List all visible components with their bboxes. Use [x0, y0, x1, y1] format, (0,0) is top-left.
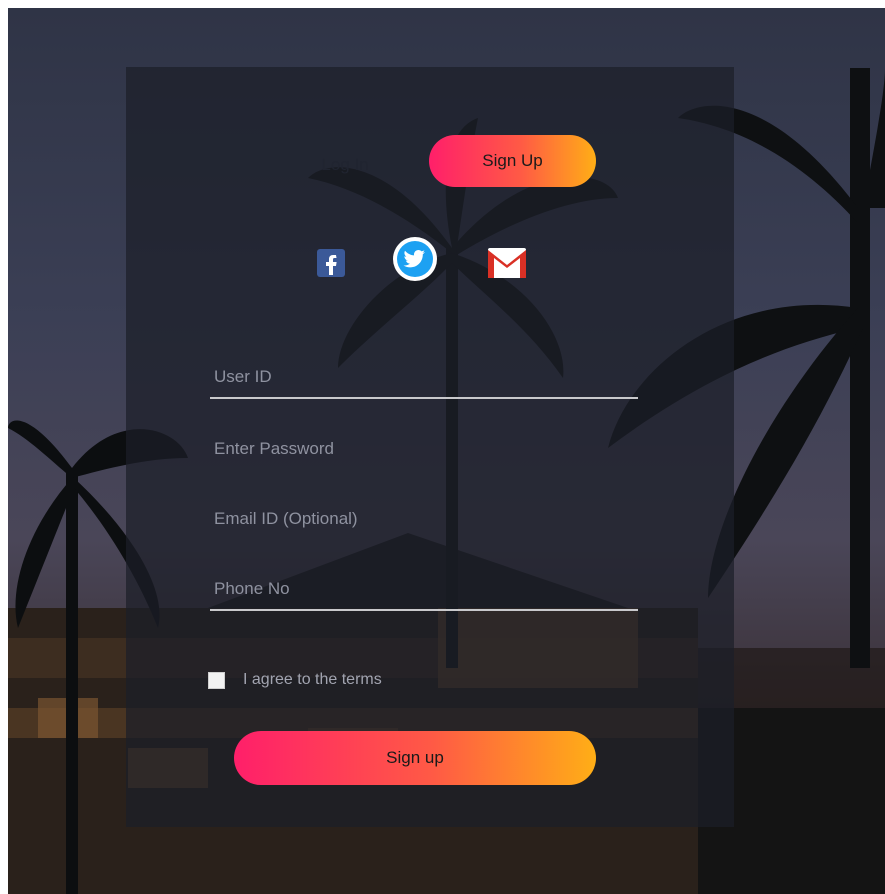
terms-checkbox[interactable] — [208, 671, 225, 689]
twitter-icon[interactable] — [391, 235, 439, 283]
tab-login[interactable]: Log In — [300, 149, 390, 179]
terms-row: I agree to the terms — [208, 665, 382, 695]
social-login-row — [126, 235, 734, 295]
password-input[interactable] — [210, 429, 638, 469]
email-input[interactable] — [210, 499, 638, 539]
facebook-icon[interactable] — [311, 243, 351, 283]
signup-panel: Log In Sign Up User ID Email ID (Optiona… — [126, 67, 734, 827]
user-id-input[interactable] — [210, 357, 638, 399]
terms-label: I agree to the terms — [243, 671, 382, 688]
gmail-icon[interactable] — [487, 243, 527, 283]
tab-signup[interactable]: Sign Up — [429, 135, 596, 187]
background-photo: Log In Sign Up User ID Email ID (Optiona… — [8, 8, 885, 894]
phone-input[interactable] — [210, 569, 638, 611]
signup-submit-button[interactable]: Sign up — [234, 731, 596, 785]
